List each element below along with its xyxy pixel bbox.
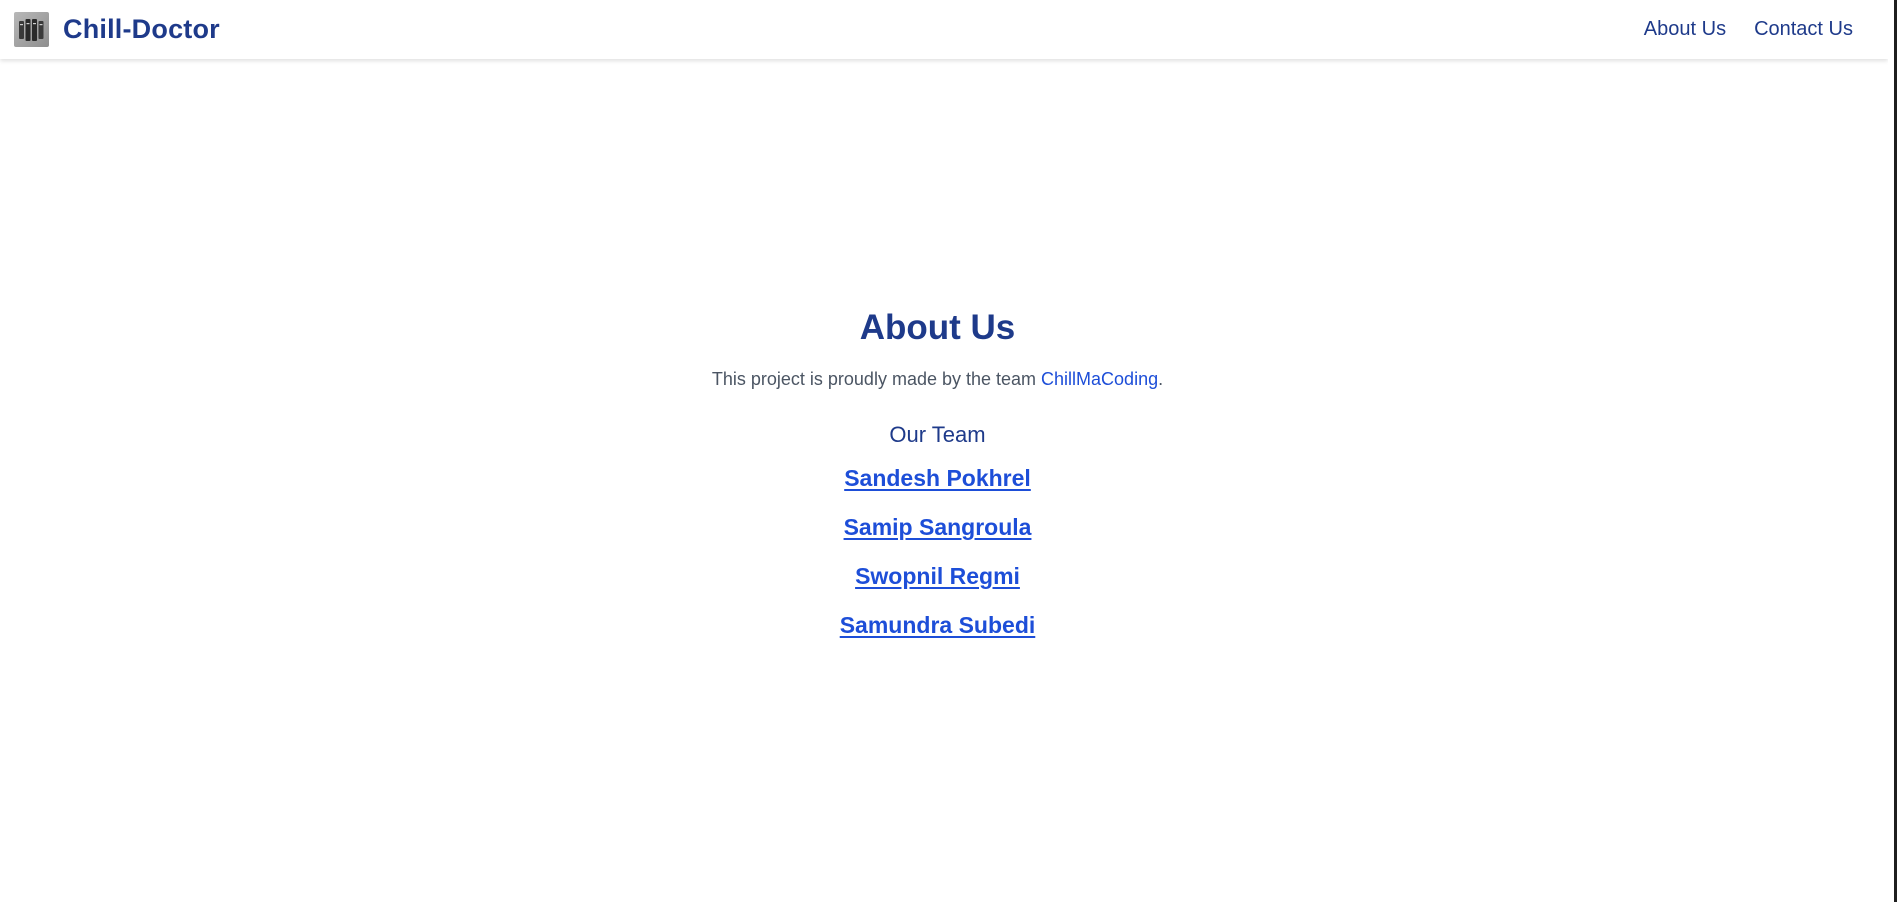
server-rack-icon [14, 12, 49, 47]
about-section: About Us This project is proudly made by… [0, 306, 1875, 660]
member-link-samip-sangroula[interactable]: Samip Sangroula [844, 514, 1032, 540]
top-nav: About Us Contact Us [1644, 0, 1853, 59]
member-link-swopnil-regmi[interactable]: Swopnil Regmi [855, 563, 1020, 589]
team-member-item: Swopnil Regmi [0, 562, 1875, 611]
page: Chill-Doctor About Us Contact Us About U… [0, 0, 1888, 902]
navbar: Chill-Doctor About Us Contact Us [0, 0, 1888, 59]
intro-suffix: . [1158, 369, 1164, 389]
page-title: About Us [859, 308, 1016, 347]
intro-prefix: This project is proudly made by the team [711, 369, 1042, 389]
member-link-samundra-subedi[interactable]: Samundra Subedi [840, 612, 1036, 638]
team-list: Sandesh Pokhrel Samip Sangroula Swopnil … [0, 464, 1875, 660]
brand-name: Chill-Doctor [63, 14, 220, 44]
nav-about-us-link[interactable]: About Us [1644, 18, 1726, 41]
team-member-item: Samip Sangroula [0, 513, 1875, 562]
nav-contact-us-link[interactable]: Contact Us [1754, 18, 1853, 41]
team-member-item: Samundra Subedi [0, 611, 1875, 660]
team-member-item: Sandesh Pokhrel [0, 464, 1875, 513]
brand-home-link[interactable]: Chill-Doctor [14, 12, 220, 47]
window-edge [1888, 0, 1897, 902]
intro-text: This project is proudly made by the team… [0, 367, 1875, 391]
member-link-sandesh-pokhrel[interactable]: Sandesh Pokhrel [844, 465, 1031, 491]
team-name-link[interactable]: ChillMaCoding [1041, 369, 1158, 389]
team-heading: Our Team [889, 422, 986, 447]
